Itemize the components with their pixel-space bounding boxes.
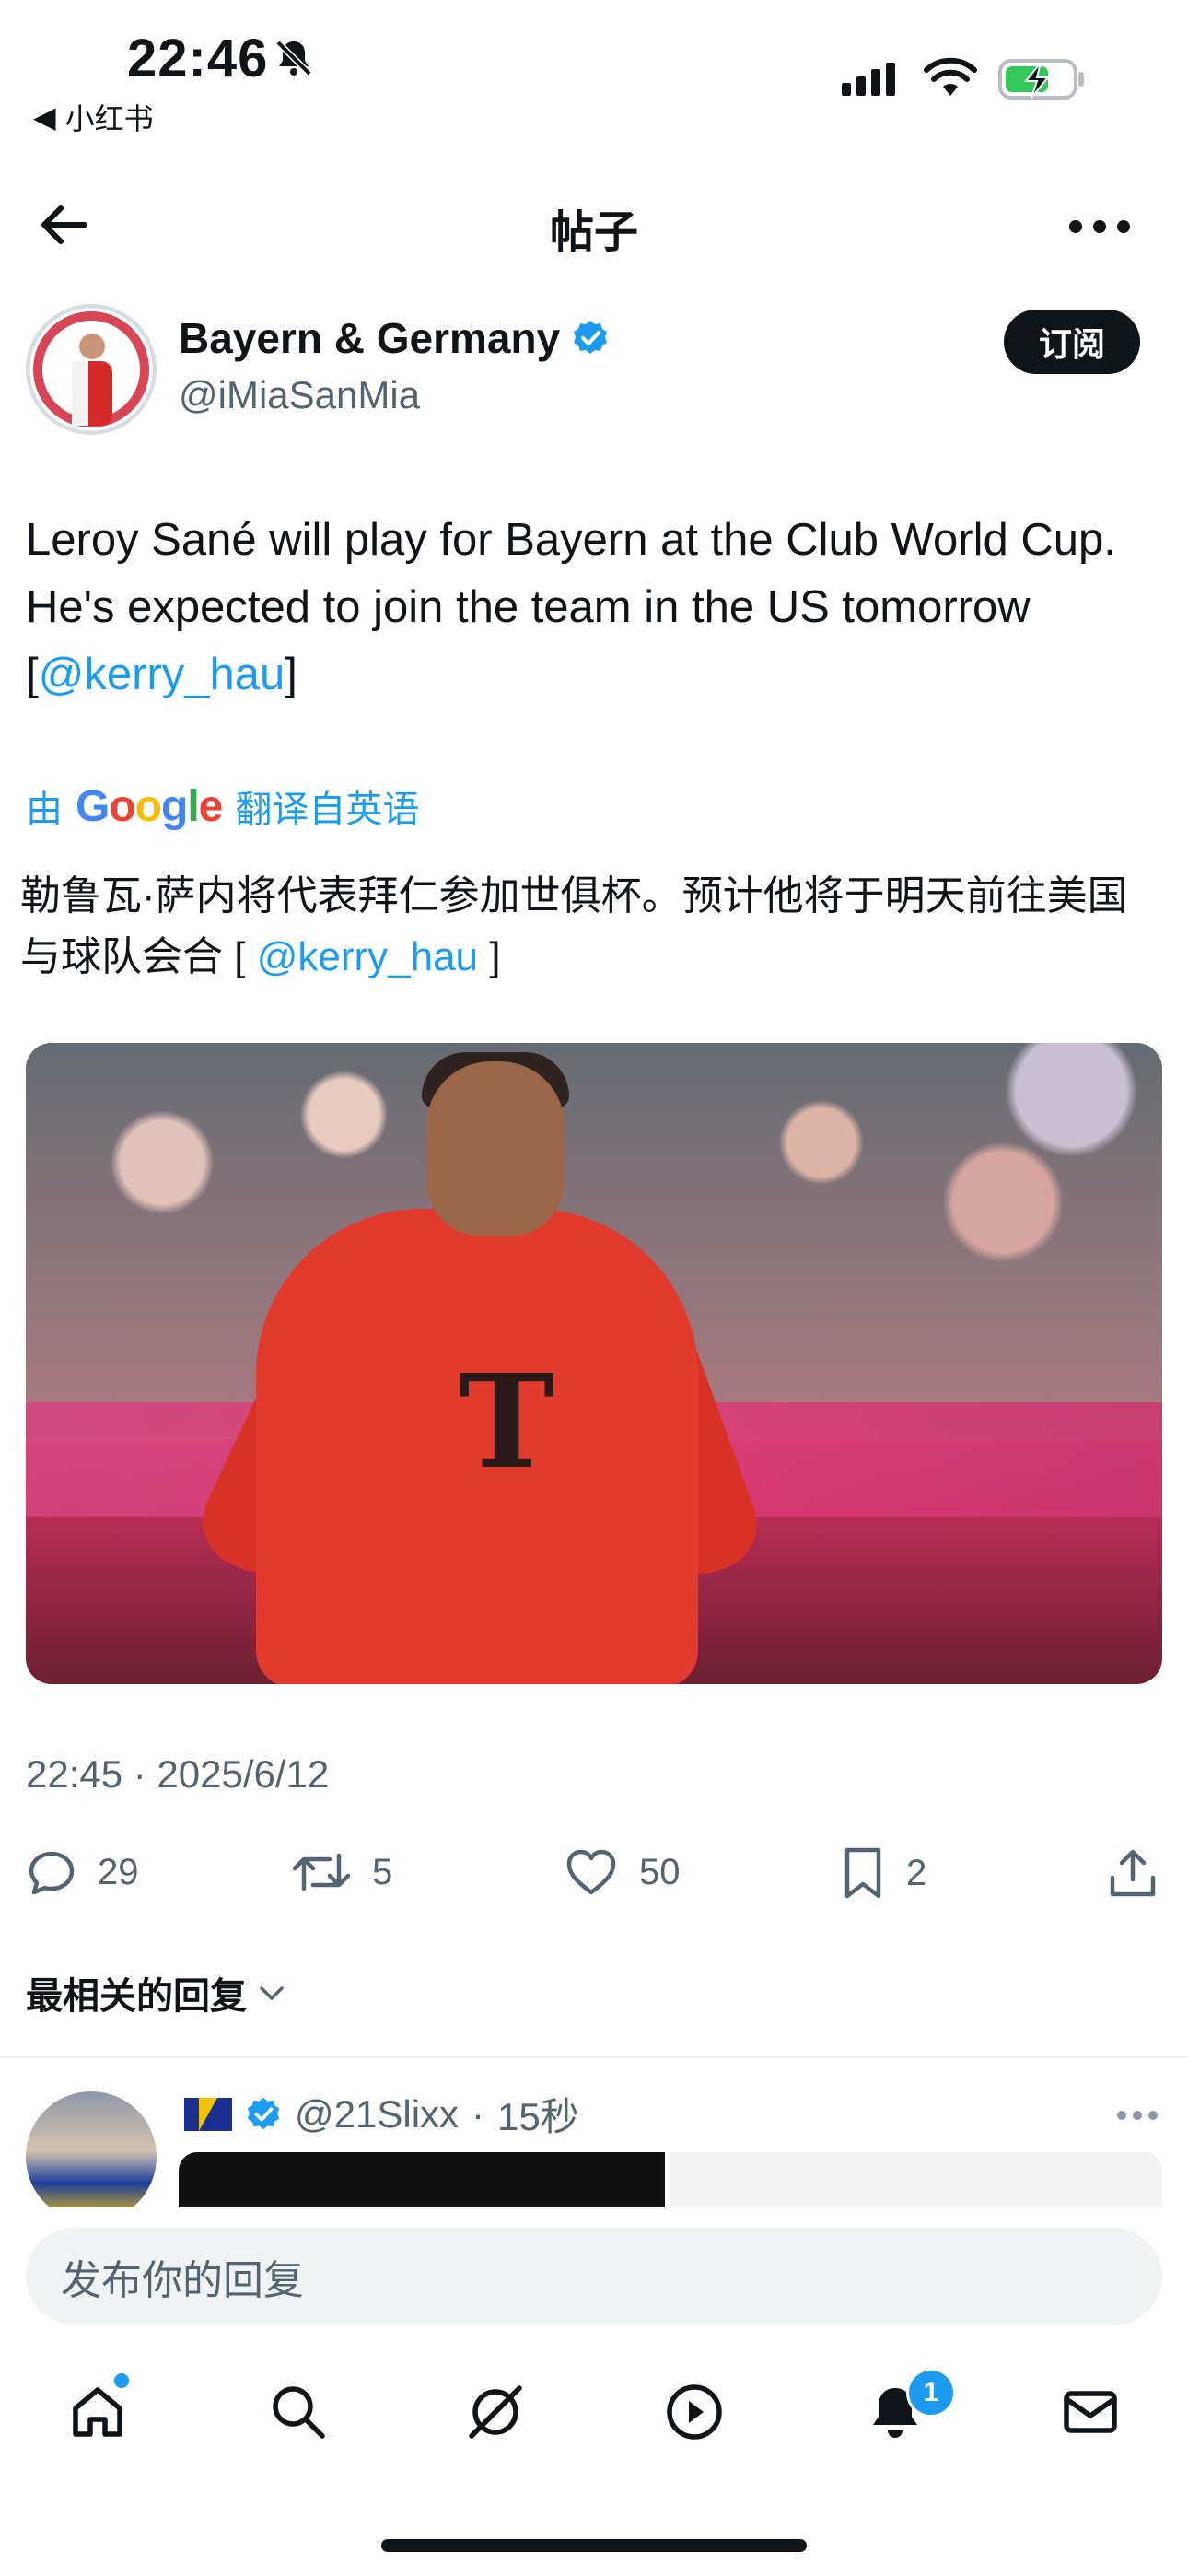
tab-grok[interactable] (464, 2381, 527, 2443)
reply-verified-badge-icon (245, 2096, 282, 2133)
post-mention-link[interactable]: @kerry_hau (39, 650, 285, 699)
reply-more-options-icon[interactable] (1116, 2110, 1159, 2121)
back-app-label: 小红书 (64, 102, 154, 135)
more-options-icon[interactable] (1068, 219, 1131, 234)
share-icon (1107, 1846, 1159, 1900)
repost-count: 5 (372, 1851, 393, 1892)
post-image[interactable]: T (26, 1043, 1162, 1684)
back-to-app-button[interactable]: ◀ 小红书 (33, 96, 154, 138)
bookmark-icon (840, 1846, 886, 1900)
repost-button[interactable]: 5 (291, 1846, 392, 1898)
translate-prefix: 由 (26, 790, 63, 830)
translated-close: ] (478, 934, 501, 979)
status-time: 22:46 (127, 29, 269, 88)
reply-meta: @21Slixx · 15秒 (184, 2086, 579, 2142)
section-divider (0, 2056, 1188, 2058)
translated-mention-link[interactable]: @kerry_hau (257, 934, 478, 979)
like-count: 50 (639, 1851, 681, 1892)
home-new-dot (114, 2373, 129, 2388)
repost-icon (291, 1846, 352, 1898)
translation-attribution[interactable]: 由 Google 翻译自英语 (26, 779, 419, 833)
bell-muted-icon (273, 37, 315, 79)
tab-messages[interactable] (1059, 2381, 1122, 2443)
like-button[interactable]: 50 (564, 1846, 681, 1898)
image-player-head (426, 1061, 565, 1236)
back-triangle-icon: ◀ (33, 100, 56, 134)
bookmark-button[interactable]: 2 (840, 1846, 926, 1900)
post-timestamp: 22:45 · 2025/6/12 (26, 1752, 330, 1796)
chevron-down-icon (256, 1977, 287, 2008)
reply-icon (26, 1846, 77, 1898)
post-text: Leroy Sané will play for Bayern at the C… (26, 507, 1149, 708)
cellular-signal-icon (842, 61, 901, 98)
author-name: Bayern & Germany (179, 314, 561, 362)
bookmark-count: 2 (906, 1852, 927, 1893)
image-shirt-logo: T (459, 1347, 555, 1498)
reply-button[interactable]: 29 (26, 1846, 139, 1898)
reply-count: 29 (98, 1851, 139, 1892)
translate-suffix: 翻译自英语 (235, 790, 420, 830)
reply-input[interactable]: 发布你的回复 (26, 2228, 1162, 2325)
tab-search[interactable] (267, 2381, 330, 2443)
tab-video[interactable] (663, 2381, 726, 2443)
translated-main: 勒鲁瓦·萨内将代表拜仁参加世俱杯。预计他将于明天前往美国与球队会合 [ (20, 873, 1128, 979)
google-logo: Google (76, 781, 223, 831)
replies-sort-label: 最相关的回复 (26, 1976, 247, 2017)
wifi-icon (923, 57, 978, 100)
post-text-close: ] (285, 650, 297, 699)
reply-time: 15秒 (497, 2095, 579, 2138)
bosnia-flag-icon (184, 2097, 232, 2131)
author-avatar[interactable] (26, 304, 157, 435)
verified-badge-icon (571, 319, 610, 357)
replies-sort-dropdown[interactable]: 最相关的回复 (26, 1966, 287, 2020)
reply-separator: · (472, 2091, 485, 2136)
reply-handle[interactable]: @21Slixx (295, 2092, 459, 2137)
tab-home[interactable] (66, 2381, 129, 2443)
author-handle[interactable]: @iMiaSanMia (179, 373, 420, 417)
reply-avatar[interactable] (26, 2091, 157, 2222)
battery-charging-icon (998, 57, 1087, 101)
author-name-row[interactable]: Bayern & Germany (179, 313, 610, 363)
translated-text: 勒鲁瓦·萨内将代表拜仁参加世俱杯。预计他将于明天前往美国与球队会合 [ @ker… (20, 866, 1162, 988)
share-button[interactable] (1107, 1846, 1159, 1900)
heart-icon (564, 1846, 619, 1898)
reply-media-thumbnail[interactable] (670, 2152, 1162, 2207)
home-indicator[interactable] (381, 2539, 807, 2552)
notification-badge: 1 (906, 2368, 956, 2418)
subscribe-button[interactable]: 订阅 (1004, 310, 1140, 374)
reply-media-thumbnail[interactable] (179, 2152, 665, 2207)
page-title: 帖子 (549, 208, 638, 257)
